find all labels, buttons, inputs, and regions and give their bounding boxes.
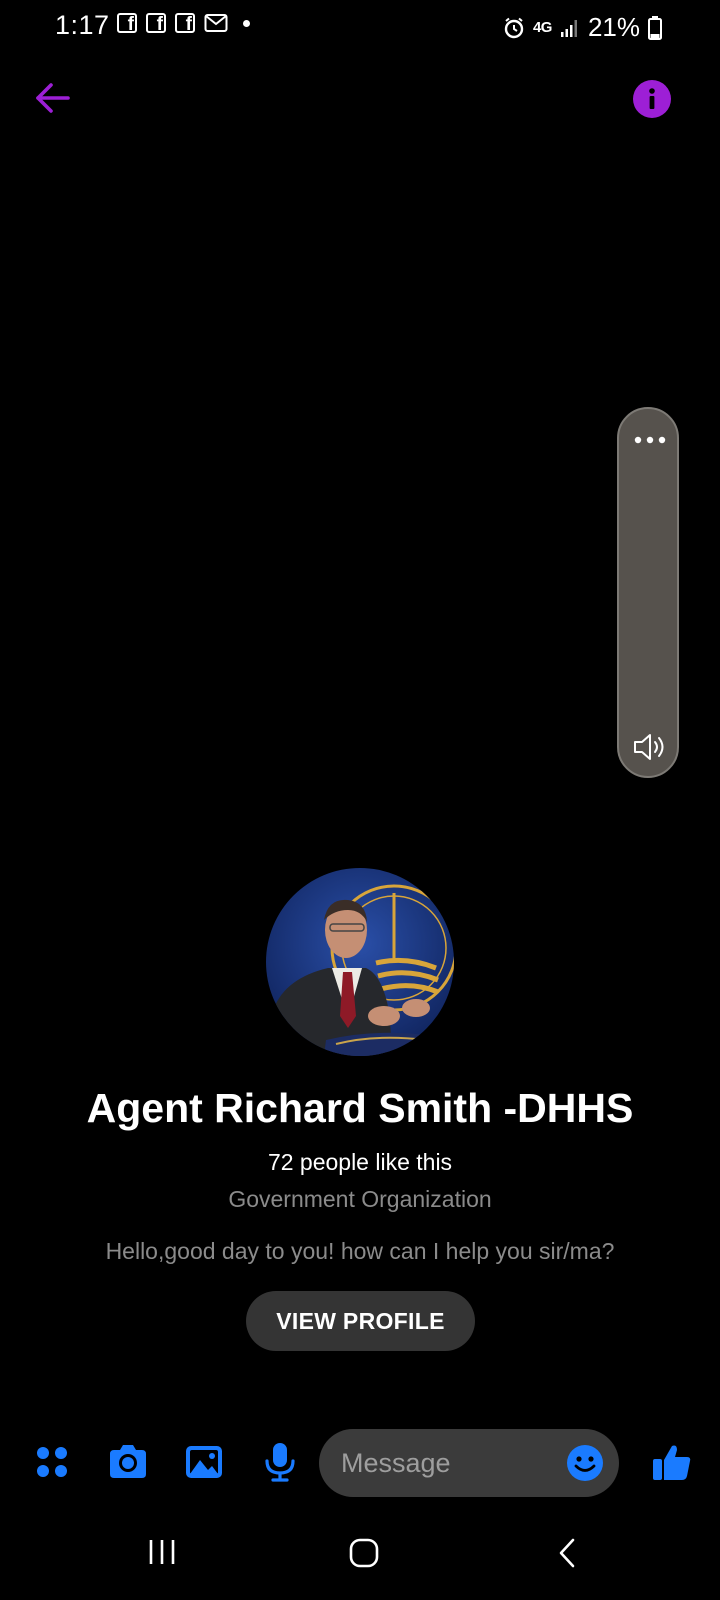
alarm-icon <box>504 17 524 38</box>
profile-name: Agent Richard Smith -DHHS <box>86 1085 634 1131</box>
status-right-icons: 4G 21% <box>503 12 662 43</box>
profile-avatar[interactable] <box>266 868 454 1056</box>
recent-apps-icon[interactable] <box>147 1537 177 1567</box>
facebook-notification-icon: f <box>117 13 137 34</box>
view-profile-button[interactable]: VIEW PROFILE <box>246 1291 475 1351</box>
more-notifications-dot-icon <box>243 19 250 27</box>
more-options-icon[interactable] <box>631 435 669 445</box>
message-input[interactable] <box>341 1429 541 1497</box>
volume-icon[interactable] <box>631 732 669 762</box>
info-icon <box>649 88 655 109</box>
battery-icon <box>648 15 662 40</box>
facebook-notification-icon: f <box>146 13 166 34</box>
gallery-icon[interactable] <box>182 1440 226 1484</box>
microphone-icon[interactable] <box>258 1440 302 1484</box>
avatar-photo <box>266 868 454 1056</box>
camera-icon[interactable] <box>106 1440 150 1484</box>
signal-strength-icon <box>560 19 577 37</box>
notification-icons: f f f <box>117 13 250 34</box>
apps-menu-icon[interactable] <box>30 1440 74 1484</box>
back-arrow-icon[interactable] <box>32 78 72 118</box>
status-bar: 1:17 f f f 4G 21% <box>0 0 720 56</box>
page-category: Government Organization <box>228 1186 492 1212</box>
greeting-message: Hello,good day to you! how can I help yo… <box>105 1238 615 1264</box>
status-time: 1:17 <box>55 10 110 40</box>
like-thumbs-up-icon[interactable] <box>650 1440 694 1484</box>
facebook-notification-icon: f <box>175 13 195 34</box>
battery-percentage: 21% <box>587 12 640 42</box>
network-type-label: 4G <box>532 19 553 36</box>
media-controls-panel <box>617 407 679 778</box>
gmail-notification-icon <box>204 14 228 32</box>
emoji-icon[interactable] <box>566 1444 604 1482</box>
message-box <box>319 1429 619 1497</box>
likes-count: 72 people like this <box>267 1149 453 1175</box>
back-nav-icon[interactable] <box>556 1537 578 1569</box>
home-icon[interactable] <box>348 1537 380 1569</box>
info-button[interactable] <box>633 80 671 118</box>
